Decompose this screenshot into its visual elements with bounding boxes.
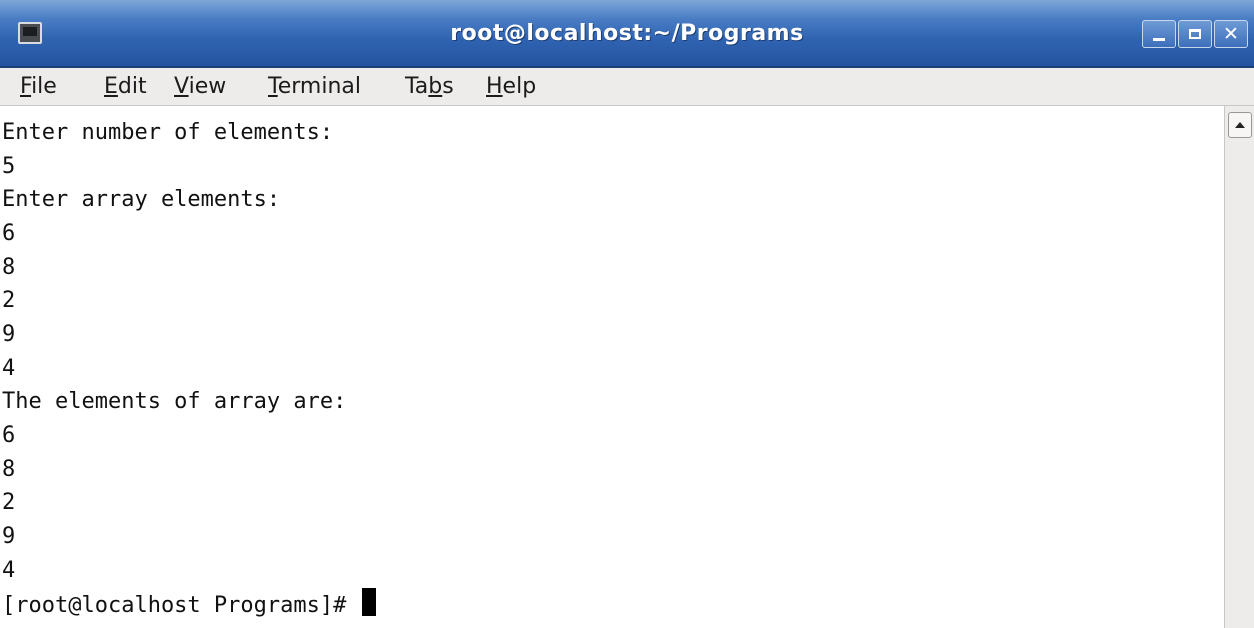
vertical-scrollbar[interactable]	[1224, 106, 1254, 628]
terminal-line: 8	[2, 457, 16, 482]
terminal-line: 4	[2, 558, 16, 583]
terminal-line: 5	[2, 154, 16, 179]
menu-file[interactable]: File	[20, 68, 57, 106]
close-icon: ✕	[1223, 22, 1239, 45]
menu-terminal[interactable]: Terminal	[268, 68, 361, 106]
terminal-line: 2	[2, 288, 16, 313]
menu-bar: File Edit View Terminal Tabs Help	[0, 68, 1254, 106]
terminal-line: Enter array elements:	[2, 187, 281, 212]
menu-help[interactable]: Help	[486, 68, 536, 106]
terminal-line: 6	[2, 221, 16, 246]
terminal-window: root@localhost:~/Programs ✕ File Edit Vi…	[0, 0, 1254, 628]
minimize-button[interactable]	[1142, 20, 1176, 48]
terminal-line: 9	[2, 524, 16, 549]
terminal-line: The elements of array are:	[2, 389, 347, 414]
close-button[interactable]: ✕	[1214, 20, 1248, 48]
terminal-line: 2	[2, 490, 16, 515]
terminal-line: 4	[2, 356, 16, 381]
maximize-button[interactable]	[1178, 20, 1212, 48]
minimize-icon	[1153, 37, 1165, 41]
terminal-line: Enter number of elements:	[2, 120, 334, 145]
menu-view[interactable]: View	[174, 68, 226, 106]
terminal-line: 8	[2, 255, 16, 280]
maximize-icon	[1189, 29, 1201, 39]
window-controls: ✕	[1142, 20, 1248, 48]
scroll-up-button[interactable]	[1228, 112, 1252, 138]
chevron-up-icon	[1235, 122, 1245, 128]
text-cursor	[361, 588, 376, 616]
window-title: root@localhost:~/Programs	[450, 21, 804, 46]
prompt-line: [root@localhost Programs]#	[2, 588, 376, 622]
shell-prompt: [root@localhost Programs]#	[2, 593, 360, 618]
menu-edit[interactable]: Edit	[104, 68, 147, 106]
terminal-line: 9	[2, 322, 16, 347]
terminal-output[interactable]: Enter number of elements: 5 Enter array …	[0, 106, 1224, 628]
menu-tabs[interactable]: Tabs	[405, 68, 454, 106]
terminal-line: 6	[2, 423, 16, 448]
title-bar[interactable]: root@localhost:~/Programs ✕	[0, 0, 1254, 68]
